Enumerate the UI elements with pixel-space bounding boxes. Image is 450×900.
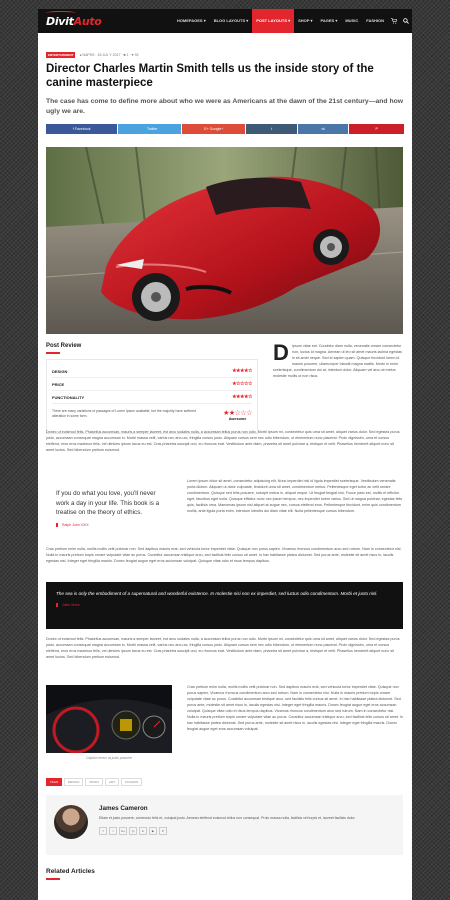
author-social-icons: f t G+ ◎ in ▶ P xyxy=(99,826,394,835)
tag-chip[interactable]: MUSIC xyxy=(85,778,104,786)
drop-cap: D xyxy=(273,340,289,365)
review-criterion: DESIGN xyxy=(52,368,68,374)
overall-stars: ★★☆☆☆ xyxy=(223,410,252,417)
pinterest-icon[interactable]: P xyxy=(159,826,167,835)
tag-chip[interactable]: FASHION xyxy=(121,778,143,786)
rating-stars: ★★★★☆ xyxy=(232,394,252,400)
dashboard-image xyxy=(46,685,172,753)
page: DivitAuto HOMEPAGES ▾ BLOG LAYOUTS ▾ POST … xyxy=(38,9,412,900)
menu-item-pages[interactable]: PAGES ▾ xyxy=(317,9,342,33)
pull-quote-text: If you do what you love, you'll never wo… xyxy=(56,490,160,516)
red-sports-car-illustration xyxy=(46,147,403,334)
review-overall: ★★☆☆☆ Awesome xyxy=(223,409,252,421)
paragraph-4: Cras pretium enim nulla, mollis mollis v… xyxy=(46,547,402,563)
pull-quote: If you do what you love, you'll never wo… xyxy=(46,479,171,537)
logo-accent: Auto xyxy=(73,14,102,28)
author-bio: Etiam et justo posuere, commodo felis et… xyxy=(99,816,356,820)
menu-item-post-layouts[interactable]: POST LAYOUTS ▾ xyxy=(252,9,295,33)
tag-chip[interactable]: DESIGN xyxy=(63,778,84,786)
facebook-share-button[interactable]: f Facebook xyxy=(46,124,118,134)
review-summary: There are many variations of passages of… xyxy=(52,409,252,421)
paragraph-5: Donec ut euismod felis. Phasellus accums… xyxy=(46,637,400,659)
review-row: DESIGN ★★★★☆ xyxy=(52,365,252,378)
menu-item-music[interactable]: MUSIC xyxy=(341,9,362,33)
article-body: Post Review DESIGN ★★★★☆ PRICE ★☆☆☆☆ FUNCTIO… xyxy=(46,334,404,900)
tags-label: TAGS xyxy=(46,778,62,786)
pull-quote-author: Ralph John XXIX xyxy=(56,522,161,527)
google-plus-icon[interactable]: G+ xyxy=(119,826,127,835)
vk-share-button[interactable]: vk xyxy=(297,124,349,134)
review-criterion: FUNCTIONALITY xyxy=(52,394,85,400)
avatar[interactable] xyxy=(54,805,88,839)
review-summary-text: There are many variations of passages of… xyxy=(52,409,196,418)
review-criterion: PRICE xyxy=(52,381,65,387)
tag-chip[interactable]: ART xyxy=(105,778,120,786)
tag-items: DESIGN MUSIC ART FASHION xyxy=(63,770,144,787)
review-row: FUNCTIONALITY ★★★★☆ xyxy=(52,391,252,404)
menu-item-homepages[interactable]: HOMEPAGES ▾ xyxy=(173,9,210,33)
paragraph-1: Ipsum vitae est. Curabitur diam nulla, v… xyxy=(273,344,402,378)
google-plus-share-button[interactable]: G+ Google+ xyxy=(181,124,246,134)
twitter-icon[interactable]: t xyxy=(109,826,117,835)
dark-blockquote: The sea is only the embodiment of a supe… xyxy=(46,582,403,629)
review-rows: DESIGN ★★★★☆ PRICE ★☆☆☆☆ FUNCTIONALITY ★★★★☆ xyxy=(52,365,252,404)
author-box: James Cameron Etiam et justo posuere, co… xyxy=(46,795,403,855)
site-logo[interactable]: DivitAuto xyxy=(46,10,102,28)
paragraph-3: Lorem ipsum dolor sit amet, consectetur … xyxy=(187,479,403,513)
heading-underline xyxy=(46,352,60,354)
dark-quote-author: Jules Verne xyxy=(56,603,393,607)
facebook-icon[interactable]: f xyxy=(99,826,107,835)
hero-image xyxy=(46,147,403,334)
heading-underline xyxy=(46,878,60,880)
paragraph-6: Cras pretium enim nulla, mollis mollis v… xyxy=(187,685,404,731)
tumblr-share-button[interactable]: t xyxy=(246,124,297,134)
dashboard-illustration xyxy=(46,699,172,753)
instagram-icon[interactable]: ◎ xyxy=(129,826,137,835)
logo-swoosh xyxy=(46,10,76,15)
menu-item-fashion[interactable]: FASHION xyxy=(362,9,388,33)
post-subtitle: The case has come to define more about w… xyxy=(46,98,404,115)
author-info: James Cameron Etiam et justo posuere, co… xyxy=(99,805,394,835)
pinterest-share-button[interactable]: P xyxy=(349,124,404,134)
post-meta-text: ● NAPSS · 18 JUL Y 2017 · ■ 1 · ♥ 92 xyxy=(79,53,139,57)
cart-icon[interactable] xyxy=(388,9,400,33)
search-icon[interactable] xyxy=(400,9,412,33)
top-navbar: DivitAuto HOMEPAGES ▾ BLOG LAYOUTS ▾ POST … xyxy=(38,9,412,33)
menu-item-shop[interactable]: SHOP ▾ xyxy=(294,9,316,33)
paragraph-2: Donec ut euismod felis. Phasellus accums… xyxy=(46,430,400,452)
youtube-icon[interactable]: ▶ xyxy=(149,826,157,835)
rating-stars: ★★★★☆ xyxy=(232,368,252,374)
figure-caption: Caption lorem at justo posuere xyxy=(85,756,133,760)
post-meta: ENTERTAINMENT ● NAPSS · 18 JUL Y 2017 · … xyxy=(46,52,404,58)
category-badge[interactable]: ENTERTAINMENT xyxy=(46,52,76,58)
dark-quote-text: The sea is only the embodiment of a supe… xyxy=(56,591,378,596)
overall-verdict: Awesome xyxy=(228,417,247,421)
main-menu: HOMEPAGES ▾ BLOG LAYOUTS ▾ POST LAYOUTS ▾ S… xyxy=(173,9,388,33)
menu-item-blog-layouts[interactable]: BLOG LAYOUTS ▾ xyxy=(210,9,253,33)
post-review-box: DESIGN ★★★★☆ PRICE ★☆☆☆☆ FUNCTIONALITY ★★★★☆ … xyxy=(46,359,258,434)
review-row: PRICE ★☆☆☆☆ xyxy=(52,378,252,391)
logo-main: Divit xyxy=(46,14,74,28)
tag-list: TAGS DESIGN MUSIC ART FASHION xyxy=(46,770,403,788)
linkedin-icon[interactable]: in xyxy=(139,826,147,835)
first-paragraph: D Ipsum vitae est. Curabitur diam nulla,… xyxy=(273,340,403,384)
share-bar: f Facebook 🐦 Twitter G+ Google+ t vk P xyxy=(46,124,404,134)
rating-stars: ★☆☆☆☆ xyxy=(232,381,252,387)
author-name[interactable]: James Cameron xyxy=(99,805,394,812)
related-articles-heading: Related Articles xyxy=(46,868,95,875)
post-review-heading: Post Review xyxy=(46,343,82,349)
post-title: Director Charles Martin Smith tells us t… xyxy=(46,63,374,89)
twitter-share-button[interactable]: 🐦 Twitter xyxy=(118,124,181,134)
